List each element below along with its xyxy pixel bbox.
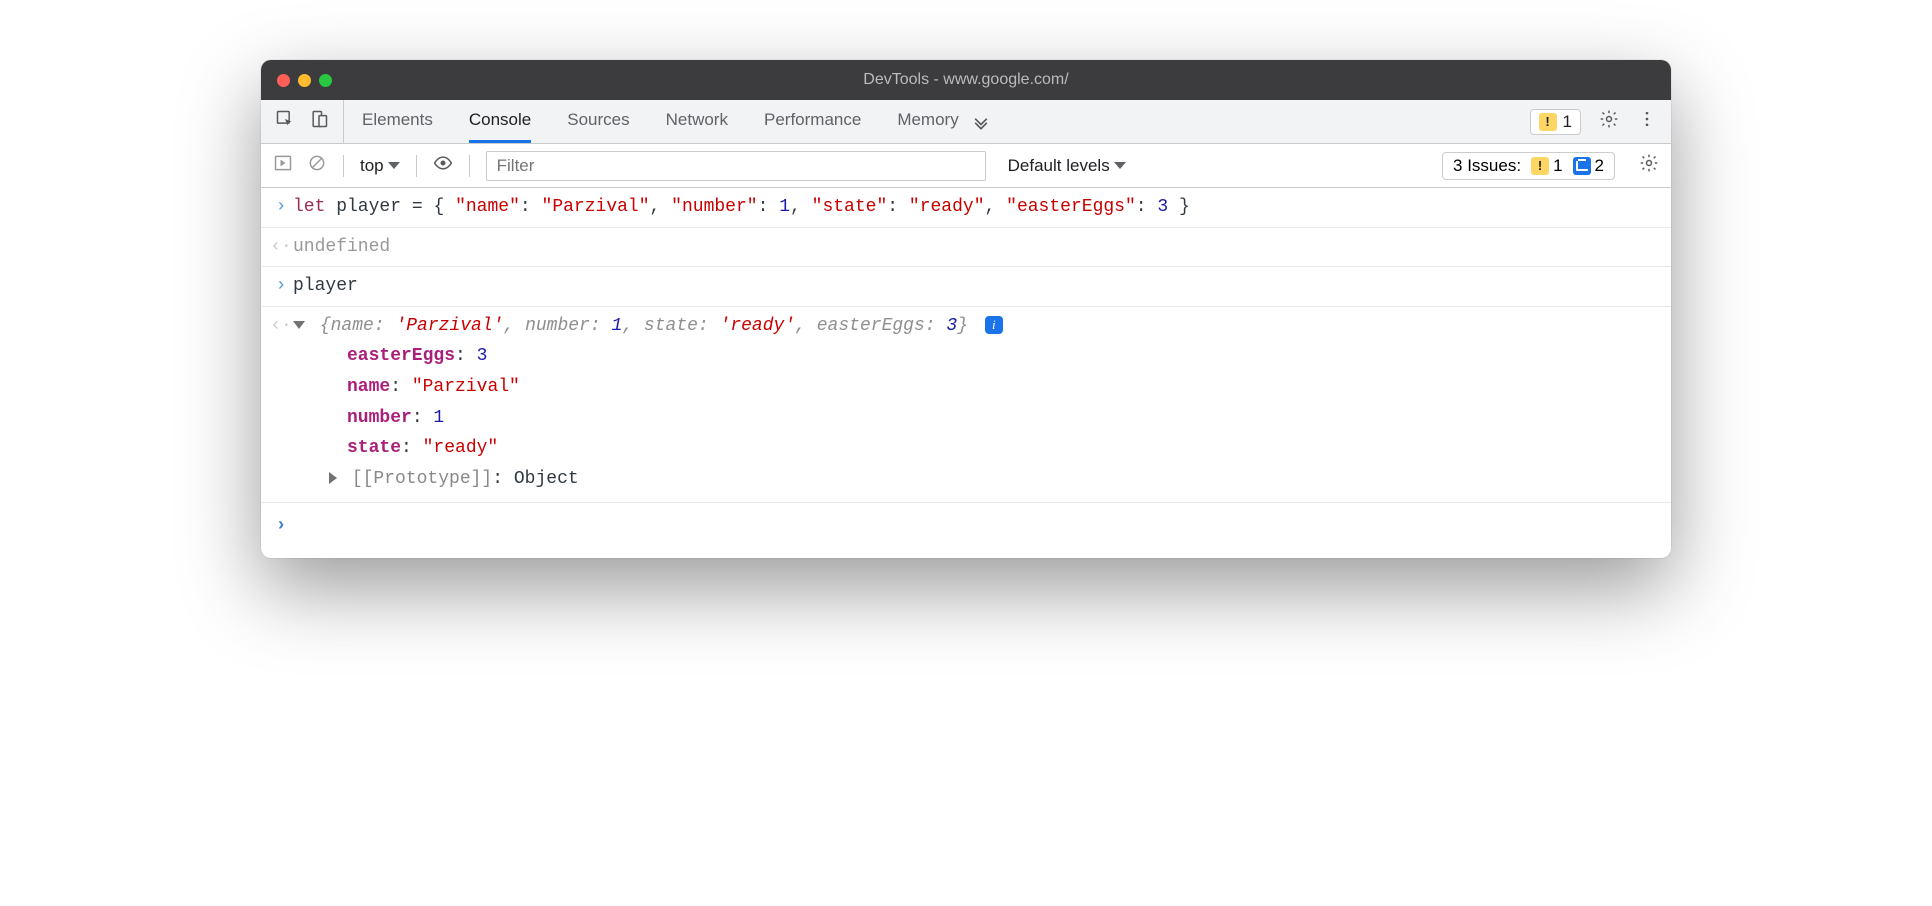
console-result-text: undefined: [293, 232, 1661, 263]
tab-performance[interactable]: Performance: [764, 100, 861, 143]
issues-button[interactable]: 3 Issues: 1 2: [1442, 152, 1615, 180]
issues-warning-badge: 1: [1531, 156, 1562, 176]
panel-tabs-bar: Elements Console Sources Network Perform…: [261, 100, 1671, 144]
return-icon: ‹·: [269, 232, 293, 263]
prompt-icon: ›: [269, 271, 293, 302]
context-selector[interactable]: top: [360, 156, 400, 176]
console-input-code: let player = { "name": "Parzival", "numb…: [293, 192, 1661, 223]
hidden-warnings-badge[interactable]: 1: [1530, 109, 1581, 135]
context-label: top: [360, 156, 384, 176]
devtools-window: DevTools - www.google.com/ Elements Cons…: [261, 60, 1671, 558]
clear-console-icon[interactable]: [307, 153, 327, 178]
settings-gear-icon[interactable]: [1599, 109, 1619, 134]
info-i-icon[interactable]: i: [985, 316, 1003, 334]
issues-info-badge: 2: [1573, 156, 1604, 176]
window-title: DevTools - www.google.com/: [261, 71, 1671, 89]
toggle-drawer-icon[interactable]: [273, 153, 293, 178]
filter-input[interactable]: [486, 151, 986, 181]
console-output: › let player = { "name": "Parzival", "nu…: [261, 188, 1671, 558]
tab-elements[interactable]: Elements: [362, 100, 433, 143]
kebab-menu-icon[interactable]: [1637, 109, 1657, 134]
panel-tabs: Elements Console Sources Network Perform…: [344, 100, 959, 143]
object-property[interactable]: number: 1: [347, 403, 1661, 434]
divider: [416, 155, 417, 177]
log-levels-label: Default levels: [1008, 156, 1110, 176]
close-window-button[interactable]: [277, 74, 290, 87]
console-input-code: player: [293, 271, 1661, 302]
device-toggle-icon[interactable]: [309, 109, 329, 134]
window-controls: [277, 74, 332, 87]
console-input-row[interactable]: › let player = { "name": "Parzival", "nu…: [261, 188, 1671, 228]
object-properties: easterEggs: 3 name: "Parzival" number: 1…: [293, 341, 1661, 463]
issues-label: 3 Issues:: [1453, 156, 1521, 176]
log-levels-selector[interactable]: Default levels: [1008, 156, 1126, 176]
console-prompt-row[interactable]: ›: [261, 503, 1671, 558]
object-property[interactable]: state: "ready": [347, 433, 1661, 464]
issues-info-count: 2: [1595, 156, 1604, 176]
tab-console[interactable]: Console: [469, 100, 531, 143]
warning-icon: [1531, 157, 1549, 175]
prompt-icon: ›: [269, 511, 293, 542]
tab-sources[interactable]: Sources: [567, 100, 629, 143]
object-prototype[interactable]: [[Prototype]]: Object: [293, 464, 1661, 495]
warning-icon: [1539, 113, 1557, 131]
tab-network[interactable]: Network: [666, 100, 728, 143]
divider: [469, 155, 470, 177]
chevron-down-icon: [1114, 162, 1126, 169]
object-summary[interactable]: {name: 'Parzival', number: 1, state: 're…: [293, 311, 1661, 342]
console-toolbar: top Default levels 3 Issues: 1 2: [261, 144, 1671, 188]
titlebar: DevTools - www.google.com/: [261, 60, 1671, 100]
minimize-window-button[interactable]: [298, 74, 311, 87]
info-icon: [1573, 157, 1591, 175]
chevron-down-icon: [388, 162, 400, 169]
disclosure-triangle-down-icon[interactable]: [293, 321, 305, 329]
console-settings-gear-icon[interactable]: [1639, 153, 1659, 178]
object-summary-text: {name: 'Parzival', number: 1, state: 're…: [320, 316, 968, 336]
object-property[interactable]: easterEggs: 3: [347, 341, 1661, 372]
disclosure-triangle-right-icon[interactable]: [329, 472, 337, 484]
maximize-window-button[interactable]: [319, 74, 332, 87]
more-tabs-button[interactable]: [959, 100, 1003, 143]
prompt-icon: ›: [269, 192, 293, 223]
console-object-row: ‹· {name: 'Parzival', number: 1, state: …: [261, 307, 1671, 504]
object-property[interactable]: name: "Parzival": [347, 372, 1661, 403]
console-result-row: ‹· undefined: [261, 228, 1671, 268]
console-input-row[interactable]: › player: [261, 267, 1671, 307]
console-prompt-input[interactable]: [293, 511, 1661, 542]
inspect-element-icon[interactable]: [275, 109, 295, 134]
live-expression-eye-icon[interactable]: [433, 153, 453, 178]
hidden-warnings-count: 1: [1563, 112, 1572, 132]
divider: [343, 155, 344, 177]
return-icon: ‹·: [269, 311, 293, 495]
tab-memory[interactable]: Memory: [897, 100, 958, 143]
issues-warning-count: 1: [1553, 156, 1562, 176]
